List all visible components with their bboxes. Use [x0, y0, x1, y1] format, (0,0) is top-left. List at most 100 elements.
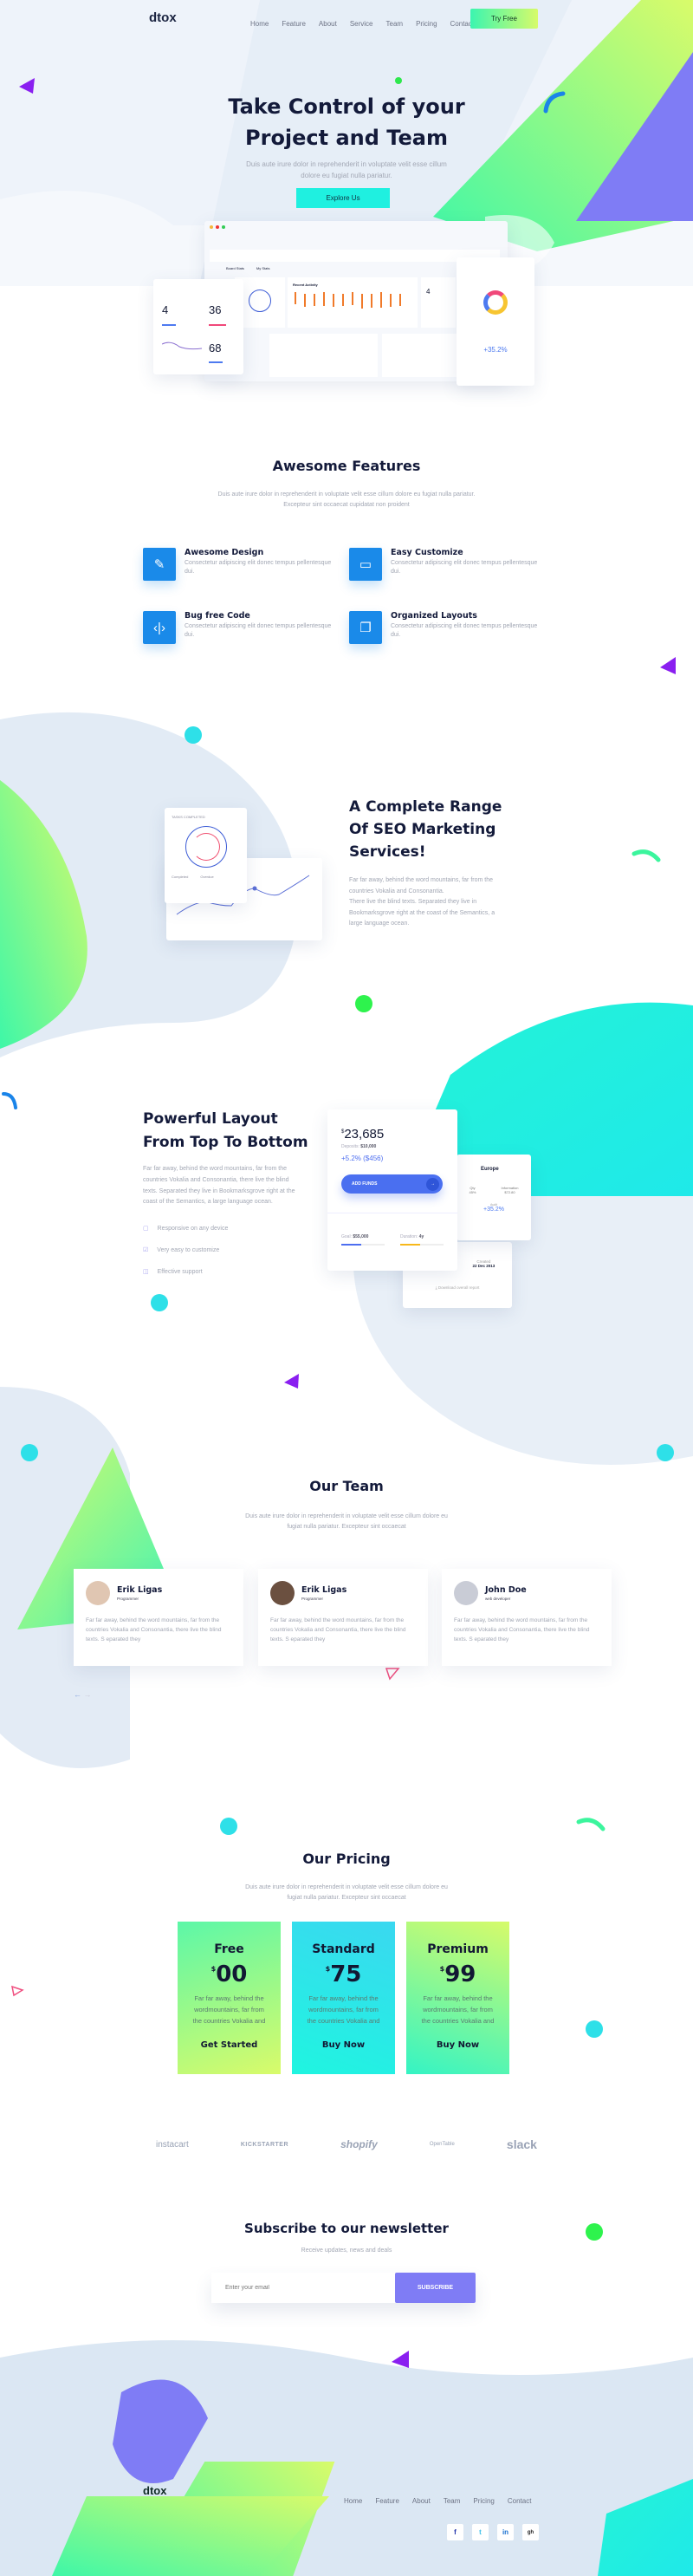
features-title: Awesome Features	[272, 458, 421, 474]
stat-value: 4	[162, 303, 169, 316]
avatar	[270, 1581, 295, 1605]
goal-label: Goal:	[341, 1234, 352, 1239]
footer-logo[interactable]: dtox	[143, 2484, 166, 2497]
member-role: Programmer	[301, 1597, 324, 1601]
plan-button[interactable]: Get Started	[178, 2040, 281, 2050]
plan-desc: Far far away, behind the wordmountains, …	[192, 1994, 266, 2025]
feature-desc: Consectetur adipiscing elit donec tempus…	[391, 560, 538, 575]
team-title: Our Team	[309, 1478, 384, 1494]
feature-desc: Consectetur adipiscing elit donec tempus…	[391, 623, 538, 638]
currency: $	[325, 1965, 331, 1973]
activity-bar	[323, 292, 325, 306]
layout-title-2: From Top To Bottom	[143, 1134, 308, 1151]
plan-button[interactable]: Buy Now	[406, 2040, 509, 2050]
feature-item: ‹|› Bug free Code Consectetur adipiscing…	[143, 611, 342, 644]
feature-title: Awesome Design	[185, 548, 264, 557]
member-role: Programmer	[117, 1597, 139, 1601]
try-free-button[interactable]: Try Free	[470, 9, 538, 29]
nav-service[interactable]: Service	[350, 20, 373, 28]
goal-progress	[341, 1244, 361, 1246]
client-logos: instacart KICKSTARTER shopify OpenTable …	[156, 2137, 537, 2151]
plan-price: 75	[330, 1961, 362, 1987]
footer-nav: Home Feature About Team Pricing Contact	[344, 2492, 531, 2508]
footer-link-about[interactable]: About	[412, 2497, 431, 2505]
carousel-arrows[interactable]: ← →	[74, 1690, 92, 1699]
pricing-card: Standard $75 Far far away, behind the wo…	[292, 1922, 395, 2074]
region-card: Europe Qty 45% Information $72.80 Audit +35…	[457, 1155, 531, 1240]
hero-subtitle: Duis aute irure dolor in reprehenderit i…	[246, 160, 447, 168]
feature-desc: Consectetur adipiscing elit donec tempus…	[185, 623, 332, 638]
github-icon[interactable]: gh	[522, 2524, 539, 2540]
nav-feature[interactable]: Feature	[282, 20, 306, 28]
plan-price: 99	[444, 1961, 476, 1987]
hero-title-line1: Take Control of your	[228, 94, 465, 119]
tasks-completed-card: TASKS COMPLETED Completed Overdue	[165, 808, 247, 903]
arrow-right-icon[interactable]: →	[84, 1690, 92, 1699]
card-title: TASKS COMPLETED	[172, 815, 205, 819]
deposits-value: $10,000	[360, 1144, 377, 1149]
feature-item: ▭ Easy Customize Consectetur adipiscing …	[349, 548, 548, 581]
feature-title: Organized Layouts	[391, 611, 477, 621]
support-icon: ◫	[143, 1269, 149, 1275]
member-name: Erik Ligas	[117, 1585, 163, 1595]
logo[interactable]: dtox	[149, 10, 177, 25]
recent-activity-label: Recent Activity	[293, 283, 318, 287]
arrow-left-icon[interactable]: ←	[74, 1690, 81, 1699]
footer-link-team[interactable]: Team	[444, 2497, 461, 2505]
footer-link-feature[interactable]: Feature	[375, 2497, 399, 2505]
goal-value: $55,000	[353, 1234, 369, 1239]
hero-subtitle-2: dolore eu fugiat nulla pariatur.	[301, 172, 392, 179]
nav-pricing[interactable]: Pricing	[416, 20, 437, 28]
stat-value: 36	[209, 303, 222, 316]
footer-link-contact[interactable]: Contact	[508, 2497, 532, 2505]
seo-title-2: Of SEO Marketing	[349, 821, 496, 838]
check-icon: ☑	[143, 1247, 149, 1253]
team-member-card: Erik Ligas Programmer Far far away, behin…	[74, 1569, 243, 1666]
pencil-ruler-icon: ✎	[143, 548, 176, 581]
activity-bar	[380, 292, 382, 308]
footer-link-home[interactable]: Home	[344, 2497, 362, 2505]
member-name: John Doe	[485, 1585, 527, 1595]
activity-bar	[295, 292, 296, 304]
nav-team[interactable]: Team	[386, 20, 404, 28]
twitter-icon[interactable]: t	[472, 2524, 489, 2540]
avatar	[86, 1581, 110, 1605]
member-bio: Far far away, behind the word mountains,…	[270, 1617, 406, 1643]
activity-bar	[390, 294, 392, 307]
download-report-link[interactable]: ⤓ Download overall report	[403, 1285, 512, 1290]
plan-button[interactable]: Buy Now	[292, 2040, 395, 2050]
nav-about[interactable]: About	[319, 20, 337, 28]
footer-link-pricing[interactable]: Pricing	[473, 2497, 494, 2505]
layout-text: Far far away, behind the word mountains,…	[143, 1166, 295, 1206]
balance-amount: 23,685	[344, 1127, 385, 1142]
stats-card: 4 36 68	[153, 279, 243, 374]
stat-value: 68	[209, 342, 222, 355]
balance-card: $23,685 Deposits: $10,000 +5.2% ($456) A…	[327, 1109, 457, 1271]
feature-item: ❐ Organized Layouts Consectetur adipisci…	[349, 611, 548, 644]
explore-us-button[interactable]: Explore Us	[296, 188, 390, 208]
facebook-icon[interactable]: f	[447, 2524, 463, 2540]
logo-kickstarter: KICKSTARTER	[240, 2141, 289, 2148]
add-funds-button[interactable]: ADD FUNDS →	[341, 1174, 443, 1194]
created-date: 22 Dec 2013	[472, 1264, 495, 1268]
audit-value: +35.2%	[483, 1207, 504, 1213]
nav-home[interactable]: Home	[250, 20, 269, 28]
seo-title: A Complete Range	[349, 798, 502, 816]
region-name: Europe	[481, 1167, 499, 1172]
newsletter-title: Subscribe to our newsletter	[244, 2221, 449, 2236]
feature-item: ✎ Awesome Design Consectetur adipiscing …	[143, 548, 342, 581]
pricing-subtitle-2: fugiat nulla pariatur. Excepteur sint oc…	[287, 1895, 406, 1901]
deposits-label: Deposits:	[341, 1144, 359, 1149]
feature-title: Easy Customize	[391, 548, 463, 557]
activity-bar	[342, 294, 344, 306]
subscribe-button[interactable]: SUBSCRIBE	[395, 2273, 476, 2303]
layers-icon: ❐	[349, 611, 382, 644]
email-input[interactable]	[211, 2273, 395, 2303]
dashboard-tab: Board Stats	[226, 266, 244, 270]
linkedin-icon[interactable]: in	[497, 2524, 514, 2540]
newsletter-subtitle: Receive updates, news and deals	[301, 2247, 392, 2254]
duration-progress	[400, 1244, 420, 1246]
duration-value: 4y	[418, 1234, 424, 1239]
list-item: ☑ Very easy to customize	[143, 1247, 220, 1253]
stat-value: 45%	[469, 1190, 476, 1194]
